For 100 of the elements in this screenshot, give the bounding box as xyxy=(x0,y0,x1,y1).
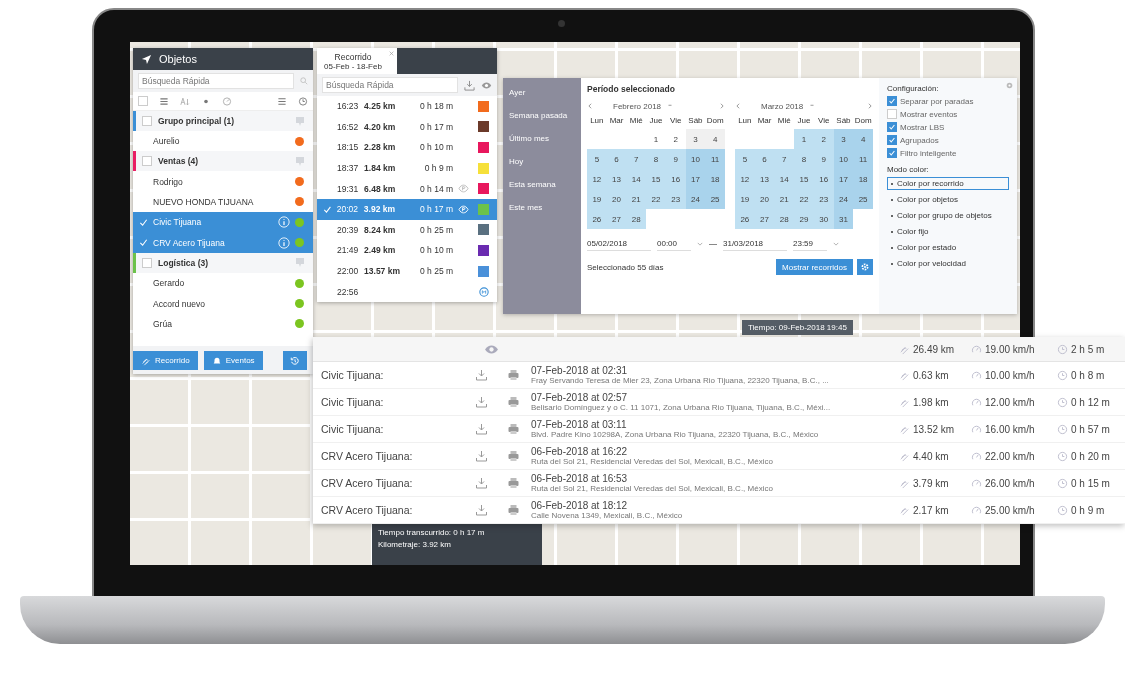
calendar-day[interactable]: 27 xyxy=(754,209,775,229)
end-time-select[interactable]: 23:59 xyxy=(793,237,827,251)
start-time-select[interactable]: 00:00 xyxy=(657,237,691,251)
color-swatch[interactable] xyxy=(478,224,489,236)
calendar-day[interactable]: 27 xyxy=(606,209,627,229)
calendar-day[interactable]: 1 xyxy=(794,129,814,149)
color-mode-option[interactable]: Color por recorrido xyxy=(887,177,1009,190)
month-name[interactable]: Febrero 2018 xyxy=(613,101,662,111)
color-swatch[interactable] xyxy=(478,203,489,215)
option-checkbox[interactable] xyxy=(887,96,897,106)
object-row[interactable]: Rodrigo xyxy=(133,171,313,192)
download-icon[interactable] xyxy=(474,369,488,381)
calendar-day[interactable]: 28 xyxy=(626,209,647,229)
printer-icon[interactable] xyxy=(506,423,520,435)
search-field[interactable]: Búsqueda Rápida xyxy=(322,77,458,93)
search-icon[interactable] xyxy=(300,77,308,85)
color-swatch[interactable] xyxy=(478,142,489,153)
calendar-day[interactable]: 4 xyxy=(705,129,725,149)
parking-eye-icon[interactable] xyxy=(458,184,470,194)
calendar-day[interactable]: 8 xyxy=(646,149,666,169)
download-icon[interactable] xyxy=(474,423,488,435)
download-icon[interactable] xyxy=(474,396,488,408)
calendar-day[interactable]: 5 xyxy=(587,149,607,169)
calendar-day[interactable]: 7 xyxy=(626,149,647,169)
calendar-day[interactable]: 5 xyxy=(735,149,755,169)
printer-icon[interactable] xyxy=(506,369,520,381)
calendar-day[interactable]: 26 xyxy=(587,209,607,229)
object-row[interactable]: Aurelio xyxy=(133,131,313,152)
calendar-day[interactable]: 24 xyxy=(685,189,706,209)
trip-row[interactable]: 19:31 6.48 km 0 h 14 m xyxy=(317,178,497,199)
group-row[interactable]: Logística (3) xyxy=(133,252,313,273)
calendar-day[interactable]: 19 xyxy=(587,189,607,209)
calendar-day[interactable]: 15 xyxy=(794,169,814,189)
download-icon[interactable] xyxy=(474,450,488,462)
color-mode-option[interactable]: Color por objetos xyxy=(887,193,1009,206)
calendar-day[interactable]: 28 xyxy=(774,209,795,229)
calendar-day[interactable]: 13 xyxy=(754,169,775,189)
trip-row[interactable]: 18:37 1.84 km 0 h 9 m xyxy=(317,157,497,179)
trip-row[interactable]: 16:23 4.25 km 0 h 18 m xyxy=(317,96,497,117)
object-row[interactable]: Accord nuevo xyxy=(133,293,313,314)
calendar-day[interactable]: 10 xyxy=(833,149,854,169)
start-date-field[interactable]: 05/02/2018 xyxy=(587,237,651,251)
settings-icon[interactable] xyxy=(1006,82,1013,89)
calendar-day[interactable]: 6 xyxy=(606,149,627,169)
calendar-day[interactable]: 24 xyxy=(833,189,854,209)
calendar-day[interactable]: 9 xyxy=(813,149,834,169)
route-tab[interactable]: Recorrido 05-Feb - 18-Feb xyxy=(317,48,389,74)
color-mode-option[interactable]: Color por velocidad xyxy=(887,257,1009,270)
color-swatch[interactable] xyxy=(478,100,489,112)
color-mode-option[interactable]: Color por estado xyxy=(887,241,1009,254)
calendar-day[interactable]: 4 xyxy=(853,129,873,149)
calendar-day[interactable]: 6 xyxy=(754,149,775,169)
option-checkbox[interactable] xyxy=(887,135,897,145)
option-checkbox[interactable] xyxy=(887,109,897,119)
calendar-day[interactable]: 7 xyxy=(774,149,795,169)
calendar-day[interactable]: 13 xyxy=(606,169,627,189)
calendar-day[interactable]: 17 xyxy=(685,169,706,189)
calendar-day[interactable]: 17 xyxy=(833,169,854,189)
calendar-day[interactable]: 9 xyxy=(665,149,686,169)
download-icon[interactable] xyxy=(464,79,475,91)
calendar-day[interactable]: 22 xyxy=(646,189,666,209)
trip-row[interactable]: 18:15 2.28 km 0 h 10 m xyxy=(317,137,497,158)
printer-icon[interactable] xyxy=(506,477,520,489)
menu-icon[interactable] xyxy=(277,96,287,106)
calendar-day[interactable]: 8 xyxy=(794,149,814,169)
calendar-day[interactable]: 31 xyxy=(833,209,854,229)
color-mode-option[interactable]: Color por grupo de objetos xyxy=(887,209,1009,222)
previous-icon[interactable] xyxy=(587,103,593,109)
option-checkbox[interactable] xyxy=(887,148,897,158)
dropdown-icon[interactable] xyxy=(697,241,703,247)
download-icon[interactable] xyxy=(474,477,488,489)
close-icon[interactable] xyxy=(389,51,394,56)
eye-icon[interactable] xyxy=(484,343,499,355)
calendar-day[interactable]: 23 xyxy=(813,189,834,209)
calendar-day[interactable]: 18 xyxy=(705,169,725,189)
color-swatch[interactable] xyxy=(478,244,489,256)
object-row[interactable]: Grúa xyxy=(133,313,313,335)
trip-row[interactable]: 21:49 2.49 km 0 h 10 m xyxy=(317,240,497,261)
trip-row[interactable]: 20:39 8.24 km 0 h 25 m xyxy=(317,219,497,241)
calendar-day[interactable]: 2 xyxy=(665,129,686,149)
calendar-day[interactable]: 10 xyxy=(685,149,706,169)
clock-icon[interactable] xyxy=(298,96,308,106)
select-all-checkbox[interactable] xyxy=(138,96,148,106)
option-checkbox[interactable] xyxy=(887,122,897,132)
object-row[interactable]: NUEVO HONDA TIJUANA xyxy=(133,191,313,213)
list-icon[interactable] xyxy=(159,96,169,106)
settings-button[interactable] xyxy=(857,259,873,275)
calendar-day[interactable]: 26 xyxy=(735,209,755,229)
calendar-day[interactable]: 19 xyxy=(735,189,755,209)
calendar-day[interactable]: 21 xyxy=(774,189,795,209)
dropdown-icon[interactable] xyxy=(833,241,839,247)
group-checkbox[interactable] xyxy=(142,156,152,167)
calendar-day[interactable]: 16 xyxy=(813,169,834,189)
group-row[interactable]: Ventas (4) xyxy=(133,151,313,172)
calendar-day[interactable]: 20 xyxy=(754,189,775,209)
calendar-day[interactable]: 22 xyxy=(794,189,814,209)
color-swatch[interactable] xyxy=(478,265,489,277)
calendar-day[interactable]: 12 xyxy=(735,169,755,189)
calendar-day[interactable]: 11 xyxy=(853,149,873,169)
calendar-day[interactable]: 2 xyxy=(813,129,834,149)
